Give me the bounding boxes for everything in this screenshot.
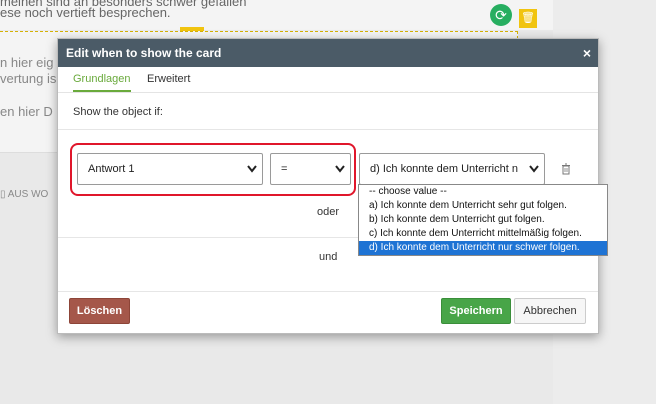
tab-grundlagen[interactable]: Grundlagen — [73, 73, 131, 92]
cancel-button[interactable]: Abbrechen — [514, 298, 586, 324]
dropdown-option[interactable]: c) Ich konnte dem Unterricht mittelmäßig… — [359, 227, 607, 241]
background-text: vertung is — [0, 71, 57, 86]
operator-select-value: = — [281, 163, 288, 175]
trash-icon[interactable]: 🗑 — [519, 9, 537, 28]
chevron-down-icon — [335, 165, 345, 173]
value-select-value: d) Ich konnte dem Unterricht n — [370, 163, 518, 175]
background-aus-label: ▯ AUS WO — [0, 189, 48, 200]
refresh-icon[interactable]: ⟳ — [490, 4, 512, 26]
delete-button[interactable]: Löschen — [69, 298, 130, 324]
or-label[interactable]: oder — [317, 206, 339, 218]
dialog-header: Edit when to show the card × — [58, 39, 598, 67]
dropdown-option[interactable]: b) Ich konnte dem Unterricht gut folgen. — [359, 213, 607, 227]
background-text: n hier eig — [0, 55, 54, 70]
dropdown-option[interactable]: -- choose value -- — [359, 185, 607, 199]
dialog-title: Edit when to show the card — [66, 46, 222, 60]
operator-select[interactable]: = — [270, 153, 351, 185]
save-button[interactable]: Speichern — [441, 298, 511, 324]
value-dropdown-list: -- choose value -- a) Ich konnte dem Unt… — [358, 184, 608, 256]
background-card-top: meinen sind an besonders schwer gefallen… — [0, 0, 553, 30]
divider — [58, 291, 598, 292]
tab-erweitert[interactable]: Erweitert — [147, 73, 190, 85]
background-text: en hier D — [0, 104, 53, 119]
dialog-tabs: Grundlagen Erweitert — [58, 67, 598, 93]
field-select-value: Antwort 1 — [88, 163, 135, 175]
value-select[interactable]: d) Ich konnte dem Unterricht n — [359, 153, 545, 185]
and-label[interactable]: und — [319, 251, 337, 263]
close-icon[interactable]: × — [583, 39, 591, 67]
condition-subtitle: Show the object if: — [73, 106, 163, 118]
background-aus-text: AUS WO — [7, 189, 49, 200]
delete-condition-icon[interactable] — [560, 163, 572, 175]
chevron-down-icon — [529, 165, 539, 173]
document-icon: ▯ — [0, 189, 6, 200]
dropdown-option[interactable]: a) Ich konnte dem Unterricht sehr gut fo… — [359, 199, 607, 213]
divider — [58, 129, 598, 130]
background-text-line: ese noch vertieft besprechen. — [0, 5, 171, 20]
chevron-down-icon — [247, 165, 257, 173]
dropdown-option-selected[interactable]: d) Ich konnte dem Unterricht nur schwer … — [359, 241, 607, 255]
field-select[interactable]: Antwort 1 — [77, 153, 263, 185]
